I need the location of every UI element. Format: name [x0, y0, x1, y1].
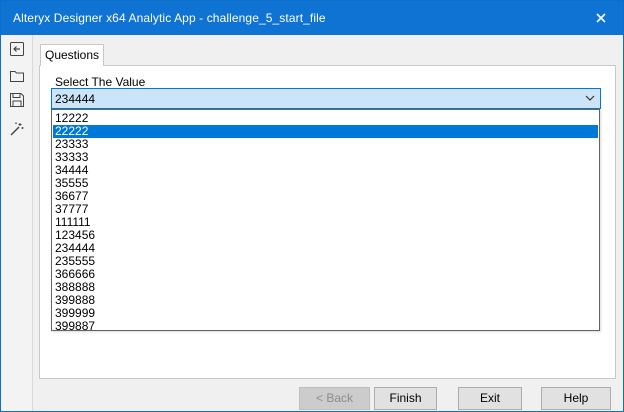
title-bar: Alteryx Designer x64 Analytic App - chal…: [1, 1, 623, 35]
combobox-selected-value: 234444: [55, 92, 96, 106]
chevron-down-icon: [585, 95, 595, 101]
dropdown-option[interactable]: 366666: [53, 268, 598, 281]
help-button[interactable]: Help: [541, 387, 611, 410]
dropdown-option[interactable]: 399888: [53, 294, 598, 307]
dropdown-option[interactable]: 235555: [53, 255, 598, 268]
back-button[interactable]: < Back: [299, 387, 370, 410]
window-title: Alteryx Designer x64 Analytic App - chal…: [13, 11, 326, 25]
select-value-label: Select The Value: [55, 75, 146, 89]
tab-questions[interactable]: Questions: [40, 44, 104, 66]
dropdown-option[interactable]: 234444: [53, 242, 598, 255]
save-icon: [10, 93, 24, 107]
sidebar: [1, 35, 33, 411]
dropdown-option[interactable]: 35555: [53, 177, 598, 190]
exit-button[interactable]: Exit: [458, 387, 522, 410]
dropdown-option[interactable]: 388888: [53, 281, 598, 294]
dropdown-option[interactable]: 36677: [53, 190, 598, 203]
dropdown-option[interactable]: 123456: [53, 229, 598, 242]
back-arrow-icon: [10, 42, 24, 56]
analytic-app-window: Alteryx Designer x64 Analytic App - chal…: [0, 0, 624, 412]
close-icon: [596, 13, 606, 23]
save-button[interactable]: [8, 91, 26, 109]
dropdown-option[interactable]: 33333: [53, 151, 598, 164]
dropdown-option[interactable]: 34444: [53, 164, 598, 177]
dropdown-list[interactable]: 12222 22222 23333 33333 34444 35555 36677 37777…: [51, 109, 600, 333]
dropdown-option[interactable]: 111111: [53, 216, 598, 229]
dropdown-option[interactable]: 22222: [53, 125, 598, 138]
value-combobox[interactable]: 234444: [51, 88, 601, 109]
dropdown-option[interactable]: 37777: [53, 203, 598, 216]
dropdown-option[interactable]: 12222: [53, 112, 598, 125]
dropdown-option[interactable]: 399887: [53, 320, 598, 333]
magic-wand-button[interactable]: [8, 120, 26, 138]
dropdown-option[interactable]: 399999: [53, 307, 598, 320]
back-arrow-button[interactable]: [8, 40, 26, 58]
close-button[interactable]: [579, 1, 623, 35]
folder-icon: [10, 71, 24, 82]
dropdown-option[interactable]: 23333: [53, 138, 598, 151]
open-folder-button[interactable]: [8, 67, 26, 85]
finish-button[interactable]: Finish: [374, 387, 437, 410]
magic-wand-icon: [10, 122, 24, 136]
